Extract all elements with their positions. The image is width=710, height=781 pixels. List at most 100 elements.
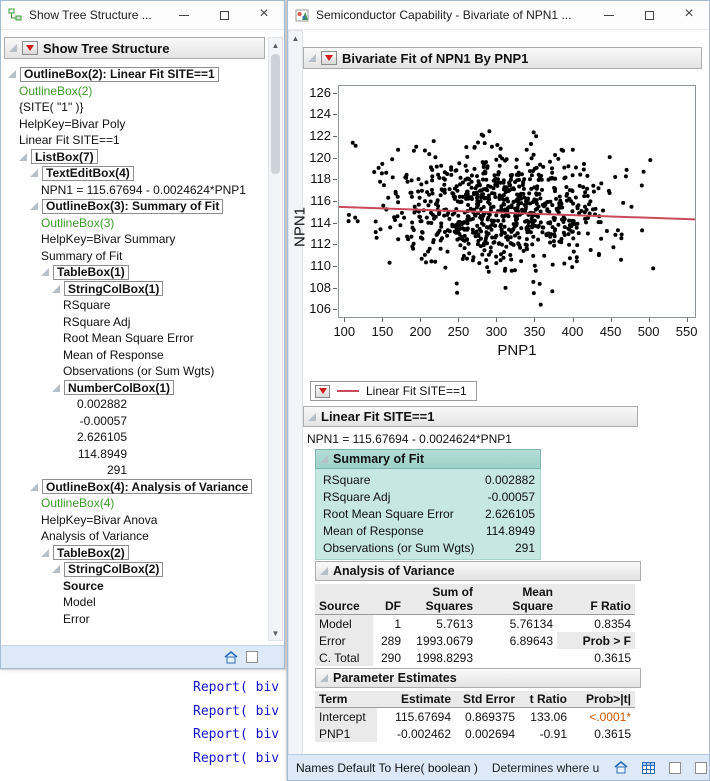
tree-scrollbar[interactable]: ▲ ▼ [268, 37, 283, 641]
disclosure-wedge-icon[interactable] [320, 455, 328, 463]
script-line[interactable]: Report( biv [193, 747, 286, 771]
script-line[interactable]: Report( biv [193, 676, 286, 700]
scroll-up-icon[interactable]: ▲ [269, 38, 282, 52]
tree-item[interactable]: StringColBox(2) [3, 561, 267, 578]
table-cell: Prob > F [557, 632, 635, 649]
minimize-button[interactable] [589, 1, 629, 29]
close-icon: × [684, 5, 694, 22]
summary-row: Mean of Response 114.8949 [323, 522, 535, 539]
fit-legend[interactable]: Linear Fit SITE==1 [310, 381, 477, 401]
table-cell: <.0001* [589, 710, 631, 724]
scroll-down-icon[interactable]: ▼ [269, 626, 282, 640]
tree-item[interactable]: OutlineBox(3): Summary of Fit [3, 198, 267, 215]
tree-window-titlebar[interactable]: Show Tree Structure ... × [1, 1, 284, 30]
table-cell: 0.869375 [464, 710, 515, 724]
tree-item[interactable]: HelpKey=Bivar Summary [3, 231, 267, 248]
tree-item[interactable]: 291 [3, 462, 267, 479]
disclosure-wedge-icon[interactable] [52, 565, 60, 574]
home-icon[interactable] [224, 650, 238, 664]
tree-item[interactable]: HelpKey=Bivar Poly [3, 116, 267, 133]
tree-item[interactable]: OutlineBox(4): Analysis of Variance [3, 479, 267, 496]
tree-item[interactable]: Error [3, 611, 267, 628]
minimize-button[interactable] [164, 1, 204, 29]
tree-item[interactable]: OutlineBox(2): Linear Fit SITE==1 [3, 66, 267, 83]
script-editor-window[interactable]: Report( biv Report( biv Report( biv Report(… [0, 670, 286, 781]
anova-header[interactable]: Analysis of Variance [315, 561, 641, 581]
tree-item[interactable]: Root Mean Square Error [3, 330, 267, 347]
home-icon[interactable] [614, 761, 628, 774]
disclosure-wedge-icon[interactable] [52, 284, 60, 293]
tree-item[interactable]: RSquare [3, 297, 267, 314]
tree-item[interactable]: 114.8949 [3, 446, 267, 463]
window-title: Show Tree Structure ... [29, 8, 152, 22]
tree-item[interactable]: Observations (or Sum Wgts) [3, 363, 267, 380]
tree-structure-window[interactable]: Show Tree Structure ... × Show Tree Stru… [0, 0, 285, 669]
disclosure-wedge-icon[interactable] [308, 412, 316, 421]
tree-item[interactable]: Model [3, 594, 267, 611]
x-tick-label: 250 [447, 324, 470, 339]
tree-item[interactable]: 2.626105 [3, 429, 267, 446]
linear-fit-header[interactable]: Linear Fit SITE==1 [303, 406, 638, 427]
script-line[interactable]: Report( biv [193, 700, 286, 724]
tree-item[interactable]: RSquare Adj [3, 314, 267, 331]
tree-item[interactable]: StringColBox(1) [3, 281, 267, 298]
x-tick-label: 550 [675, 324, 698, 339]
tree-item[interactable]: OutlineBox(3) [3, 215, 267, 232]
disclosure-wedge-icon[interactable] [41, 548, 49, 557]
tree-item[interactable]: TextEditBox(4) [3, 165, 267, 182]
tree-item[interactable]: Mean of Response [3, 347, 267, 364]
disclosure-wedge-icon[interactable] [30, 169, 38, 178]
scrollbar-thumb[interactable] [271, 54, 280, 174]
disclosure-wedge-icon[interactable] [30, 482, 38, 491]
summary-of-fit-section: Summary of Fit RSquare 0.002882 RSquare Ad… [315, 449, 541, 560]
disclosure-wedge-icon[interactable] [9, 44, 17, 52]
tree-item[interactable]: OutlineBox(2) [3, 83, 267, 100]
summary-row-value: 291 [514, 540, 535, 555]
parameter-estimates-header[interactable]: Parameter Estimates [315, 668, 641, 688]
bivariate-titlebar[interactable]: Semiconductor Capability - Bivariate of … [288, 1, 709, 30]
tree-item-label: OutlineBox(2): Linear Fit SITE==1 [20, 66, 219, 82]
tree-item[interactable]: {SITE( "1" )} [3, 99, 267, 116]
maximize-button[interactable] [204, 1, 244, 29]
disclosure-wedge-icon[interactable] [30, 202, 38, 211]
tree-item[interactable]: OutlineBox(4) [3, 495, 267, 512]
y-tick-label: 110 [310, 258, 331, 274]
disclosure-wedge-icon[interactable] [320, 674, 328, 682]
disclosure-wedge-icon[interactable] [41, 268, 49, 277]
close-button[interactable]: × [669, 1, 709, 29]
tree-item[interactable]: NumberColBox(1) [3, 380, 267, 397]
red-triangle-menu[interactable] [315, 384, 330, 398]
summary-row-value: 2.626105 [484, 506, 535, 521]
tree-item[interactable]: TableBox(1) [3, 264, 267, 281]
tree-item[interactable]: Summary of Fit [3, 248, 267, 265]
plot-frame[interactable] [338, 85, 696, 318]
tree-item[interactable]: TableBox(2) [3, 545, 267, 562]
tree-item[interactable]: Analysis of Variance [3, 528, 267, 545]
red-triangle-menu[interactable] [22, 41, 38, 55]
summary-row: Observations (or Sum Wgts) 291 [323, 539, 535, 556]
disclosure-wedge-icon[interactable] [320, 567, 328, 575]
disclosure-wedge-icon[interactable] [52, 383, 60, 392]
summary-of-fit-header[interactable]: Summary of Fit [315, 449, 541, 469]
tree-item[interactable]: 0.002882 [3, 396, 267, 413]
adornment-checkbox-partial[interactable] [695, 761, 707, 774]
tree-item[interactable]: Linear Fit SITE==1 [3, 132, 267, 149]
y-tick-label: 106 [309, 301, 331, 317]
script-line[interactable]: Report( biv [193, 723, 286, 747]
adornment-checkbox[interactable] [669, 761, 681, 774]
x-tick-label: 500 [637, 324, 660, 339]
bivariate-window[interactable]: Semiconductor Capability - Bivariate of … [287, 0, 710, 781]
adornment-checkbox[interactable] [246, 651, 258, 663]
close-button[interactable]: × [244, 1, 284, 29]
tree-item[interactable]: NPN1 = 115.67694 - 0.0024624*PNP1 [3, 182, 267, 199]
tree-item[interactable]: -0.00057 [3, 413, 267, 430]
tree-item[interactable]: ListBox(7) [3, 149, 267, 166]
disclosure-wedge-icon[interactable] [8, 70, 16, 79]
disclosure-wedge-icon[interactable] [19, 152, 27, 161]
tree-item[interactable]: HelpKey=Bivar Anova [3, 512, 267, 529]
maximize-button[interactable] [629, 1, 669, 29]
table-grid-icon[interactable] [642, 761, 655, 774]
tree-item-label: ListBox(7) [31, 149, 98, 165]
tree-item[interactable]: Source [3, 578, 267, 595]
tree-outline-header[interactable]: Show Tree Structure [4, 37, 265, 59]
